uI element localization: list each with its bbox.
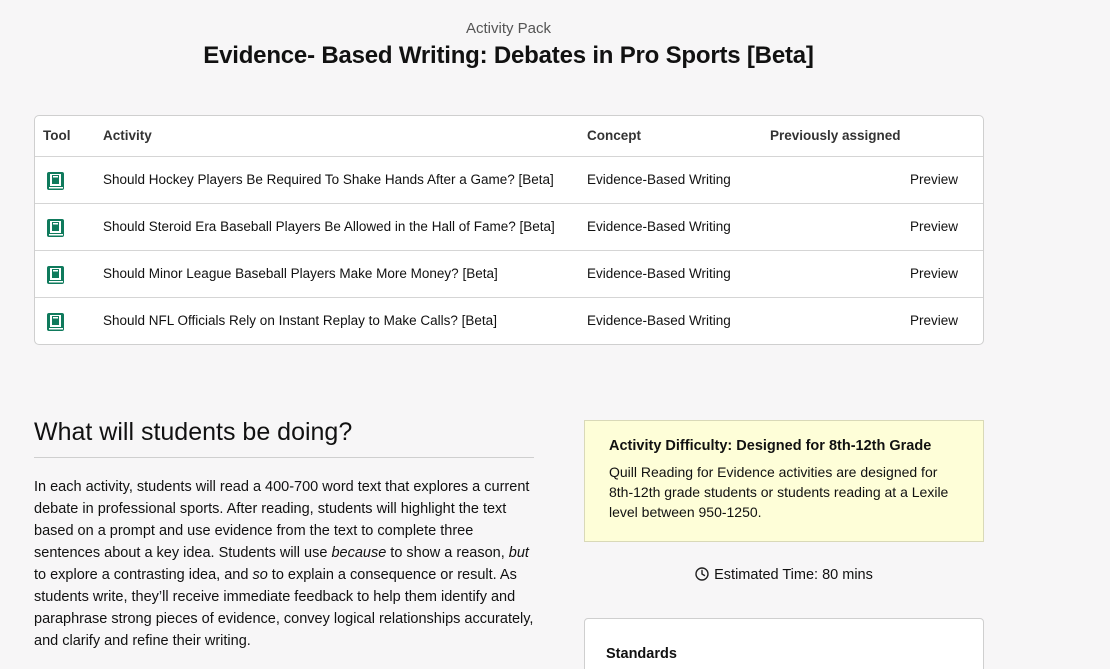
column-header-activity: Activity	[103, 128, 152, 143]
preview-link[interactable]: Preview	[910, 219, 958, 234]
emphasis-because: because	[331, 545, 387, 561]
estimated-time-text: Estimated Time: 80 mins	[714, 567, 873, 583]
estimated-time: Estimated Time: 80 mins	[584, 567, 984, 583]
table-row[interactable]: Should Hockey Players Be Required To Sha…	[35, 157, 983, 204]
page-title: Evidence- Based Writing: Debates in Pro …	[203, 42, 814, 69]
section-heading: What will students be doing?	[34, 418, 534, 458]
activity-name: Should Hockey Players Be Required To Sha…	[103, 172, 554, 187]
activity-name: Should Steroid Era Baseball Players Be A…	[103, 219, 555, 234]
table-row[interactable]: Should Steroid Era Baseball Players Be A…	[35, 204, 983, 251]
preview-link[interactable]: Preview	[910, 172, 958, 187]
preview-link[interactable]: Preview	[910, 266, 958, 281]
description-text: to explore a contrasting idea, and	[34, 567, 253, 583]
activity-description: In each activity, students will read a 4…	[34, 476, 539, 652]
emphasis-so: so	[252, 567, 268, 583]
activities-table: Tool Activity Concept Previously assigne…	[34, 115, 984, 345]
activity-concept: Evidence-Based Writing	[587, 219, 731, 234]
book-icon	[47, 172, 64, 190]
column-header-concept: Concept	[587, 128, 641, 143]
activity-name: Should Minor League Baseball Players Mak…	[103, 266, 498, 281]
emphasis-but: but	[508, 545, 529, 561]
preview-link[interactable]: Preview	[910, 313, 958, 328]
description-text: to show a reason,	[386, 545, 509, 561]
clock-icon	[695, 567, 709, 581]
activity-pack-label: Activity Pack	[465, 20, 552, 37]
activity-concept: Evidence-Based Writing	[587, 266, 731, 281]
table-row[interactable]: Should NFL Officials Rely on Instant Rep…	[35, 298, 983, 344]
table-header: Tool Activity Concept Previously assigne…	[35, 116, 983, 157]
book-icon	[47, 266, 64, 284]
column-header-previously-assigned: Previously assigned	[770, 128, 901, 143]
table-row[interactable]: Should Minor League Baseball Players Mak…	[35, 251, 983, 298]
activity-concept: Evidence-Based Writing	[587, 313, 731, 328]
activity-concept: Evidence-Based Writing	[587, 172, 731, 187]
difficulty-body: Quill Reading for Evidence activities ar…	[609, 464, 949, 520]
difficulty-panel: Activity Difficulty: Designed for 8th-12…	[584, 420, 984, 542]
standards-panel: Standards	[584, 618, 984, 669]
column-header-tool: Tool	[43, 128, 71, 143]
standards-title: Standards	[606, 646, 677, 662]
book-icon	[47, 313, 64, 331]
difficulty-title: Activity Difficulty: Designed for 8th-12…	[609, 438, 932, 454]
activity-name: Should NFL Officials Rely on Instant Rep…	[103, 313, 497, 328]
book-icon	[47, 219, 64, 237]
